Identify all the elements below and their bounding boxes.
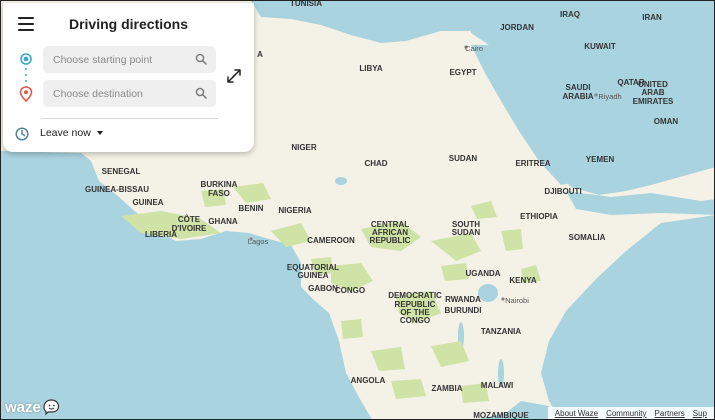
- country-label: MOZAMBIQUE: [473, 411, 529, 420]
- country-label: A: [257, 50, 263, 59]
- lake-victoria: [478, 284, 498, 302]
- waze-logo: waze: [5, 397, 61, 417]
- country-label: SAUDI: [566, 83, 591, 92]
- country-label: BURKINA: [201, 180, 238, 189]
- city-label: Lagos: [248, 237, 269, 246]
- route-dots-icon: [25, 68, 27, 82]
- country-label: CÔTE: [178, 215, 201, 224]
- country-label: OMAN: [654, 117, 679, 126]
- country-label: JORDAN: [500, 23, 534, 32]
- country-label: ETHIOPIA: [520, 212, 558, 221]
- start-field[interactable]: [43, 46, 216, 73]
- country-label: GUINEA: [132, 198, 163, 207]
- country-label: ARAB: [641, 88, 664, 97]
- country-label: KENYA: [509, 276, 536, 285]
- country-label: MALAWI: [481, 381, 513, 390]
- search-icon[interactable]: [195, 87, 207, 99]
- country-label: LIBYA: [359, 64, 382, 73]
- city-dot: [594, 93, 598, 97]
- clock-icon: [15, 127, 29, 141]
- country-label: SUDAN: [452, 228, 481, 237]
- search-icon[interactable]: [195, 53, 207, 65]
- country-label: IRAN: [642, 13, 662, 22]
- country-label: REPUBLIC: [370, 236, 411, 245]
- panel-title: Driving directions: [68, 16, 189, 32]
- country-label: DJIBOUTI: [544, 187, 581, 196]
- country-label: TANZANIA: [481, 327, 522, 336]
- country-label: DEMOCRATIC: [388, 291, 442, 300]
- country-label: EMIRATES: [633, 97, 674, 106]
- country-label: BURUNDI: [445, 306, 482, 315]
- country-label: EGYPT: [449, 68, 476, 77]
- map-view[interactable]: TUNISIA LIBYA EGYPT NIGER CHAD SUDAN ERITREA SE…: [0, 0, 715, 420]
- lake-chad: [335, 177, 347, 185]
- country-label: KUWAIT: [584, 42, 616, 51]
- start-input[interactable]: [43, 46, 183, 73]
- country-label: YEMEN: [586, 155, 615, 164]
- country-label: GABON: [308, 284, 338, 293]
- waze-logo-text: waze: [5, 398, 41, 416]
- origin-marker-icon: [20, 53, 32, 65]
- country-label: SUDAN: [449, 154, 478, 163]
- destination-input[interactable]: [43, 80, 183, 107]
- chevron-down-icon: [96, 131, 103, 136]
- city-label: Riyadh: [598, 92, 621, 101]
- panel-divider: [41, 118, 218, 119]
- swap-directions-icon[interactable]: [225, 67, 243, 85]
- partners-link[interactable]: Partners: [655, 409, 685, 418]
- country-label: IRAQ: [560, 10, 580, 19]
- leave-time-dropdown[interactable]: Leave now: [40, 127, 103, 139]
- country-label: TUNISIA: [290, 1, 322, 8]
- country-label: CONGO: [335, 286, 365, 295]
- directions-panel: Driving directions Choose starting point…: [3, 3, 254, 152]
- waze-face-icon: [43, 399, 59, 416]
- country-label: FASO: [208, 189, 230, 198]
- country-label: CHAD: [364, 159, 387, 168]
- country-label: NIGER: [291, 143, 317, 152]
- country-label: ERITREA: [515, 159, 550, 168]
- destination-pin-icon: [19, 86, 33, 102]
- country-label: BENIN: [239, 204, 264, 213]
- country-label: SENEGAL: [102, 167, 141, 176]
- country-label: RWANDA: [445, 295, 481, 304]
- community-link[interactable]: Community: [606, 409, 646, 418]
- country-label: LIBERIA: [145, 230, 177, 239]
- country-label: CONGO: [400, 316, 430, 325]
- country-label: ANGOLA: [351, 376, 386, 385]
- leave-time-label: Leave now: [40, 127, 91, 139]
- footer-links: About Waze Community Partners Sup: [547, 407, 714, 419]
- about-waze-link[interactable]: About Waze: [555, 409, 598, 418]
- city-label: Nairobi: [505, 296, 529, 305]
- country-label: GHANA: [208, 217, 238, 226]
- country-label: ARABIA: [562, 92, 593, 101]
- city-label: Cairo: [465, 44, 483, 53]
- country-label: CAMEROON: [307, 236, 355, 245]
- destination-field[interactable]: [43, 80, 216, 107]
- country-label: GUINEA: [297, 271, 328, 280]
- country-label: ZAMBIA: [431, 384, 462, 393]
- country-label: SOMALIA: [569, 233, 606, 242]
- country-label: NIGERIA: [278, 206, 312, 215]
- city-dot: [501, 297, 505, 301]
- support-link[interactable]: Sup: [693, 409, 707, 418]
- country-label: UGANDA: [465, 269, 500, 278]
- country-label: GUINEA-BISSAU: [85, 185, 149, 194]
